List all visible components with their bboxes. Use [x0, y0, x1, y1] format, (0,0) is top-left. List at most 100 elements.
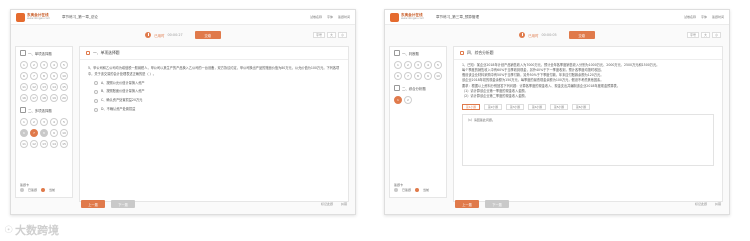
question-number-button[interactable]: 8 — [414, 72, 422, 80]
page-title: 章节练习_第三章_预算管理 — [435, 14, 480, 19]
option-label: D、不确认资产处置损益 — [101, 106, 136, 111]
next-button[interactable]: 下一题 — [111, 200, 135, 208]
report-error-link[interactable]: 纠错 — [341, 202, 347, 206]
question-number-button[interactable]: 9 — [424, 72, 432, 80]
option-label: B、按照账面价值计量换入资产 — [101, 89, 145, 94]
question-number-button[interactable]: 7 — [30, 72, 38, 80]
font-size-label: 字号 — [686, 32, 699, 38]
question-number-button[interactable]: 8 — [40, 129, 48, 137]
font-large-button[interactable]: 大 — [700, 32, 710, 38]
question-number-button[interactable]: 7 — [30, 129, 38, 137]
radio-icon[interactable] — [94, 90, 98, 95]
question-number-button[interactable]: 1 — [20, 61, 28, 69]
prev-button[interactable]: 上一题 — [81, 200, 105, 208]
screenshot-left: 东奥会计在线 www.dongao.com 章节练习_第一章_总论 试卷名称 字… — [10, 9, 356, 215]
radio-icon[interactable] — [94, 98, 98, 103]
question-number-button[interactable]: 20 — [60, 94, 68, 102]
question-number-button[interactable]: 10 — [434, 72, 442, 80]
question-number-button[interactable]: 2 — [30, 61, 38, 69]
question-number-button[interactable]: 2 — [404, 96, 412, 104]
answer-textarea[interactable]: （1）请回答此问题。 — [462, 113, 714, 166]
submit-button[interactable]: 交卷 — [568, 31, 595, 39]
question-number-button[interactable]: 5 — [434, 61, 442, 69]
question-number-button[interactable]: 4 — [50, 118, 58, 126]
question-number-button[interactable]: 1 — [20, 118, 28, 126]
question-number-button[interactable]: 2 — [404, 61, 412, 69]
question-grid: 1 2 3 4 5 6 7 8 9 10 11 12 13 14 15 16 17 18 19 20 — [16, 59, 72, 104]
next-button[interactable]: 下一题 — [485, 200, 509, 208]
mark-question-link[interactable]: 标记此题 — [695, 202, 707, 206]
question-number-button[interactable]: 10 — [60, 129, 68, 137]
top-bar: 东奥会计在线 www.dongao.com 章节练习_第三章_预算管理 试卷名称… — [385, 10, 729, 25]
question-number-button[interactable]: 4 — [50, 61, 58, 69]
report-error-link[interactable]: 纠错 — [715, 202, 721, 206]
font-small-button[interactable]: 小 — [711, 32, 721, 38]
question-number-button[interactable]: 1 — [394, 96, 402, 104]
top-link[interactable]: 试卷名称 — [684, 15, 696, 19]
question-number-button[interactable]: 2 — [30, 118, 38, 126]
question-number-button[interactable]: 9 — [50, 72, 58, 80]
sub-tab[interactable]: 第6小题 — [572, 103, 590, 110]
answer-card: 一、判断题 1 2 3 4 5 6 7 8 9 10 二、综合分析题 12 答题卡 已答题 当前 — [389, 46, 447, 198]
question-number-button[interactable]: 3 — [40, 118, 48, 126]
sub-tab[interactable]: 第4小题 — [528, 103, 546, 110]
question-type: 一、单项选择题 — [93, 50, 120, 55]
font-large-button[interactable]: 大 — [326, 32, 336, 38]
section-title: 一、单项选择题 — [16, 47, 72, 59]
question-number-button[interactable]: 3 — [40, 61, 48, 69]
question-number-button[interactable]: 14 — [50, 83, 58, 91]
question-number-button[interactable]: 7 — [404, 72, 412, 80]
question-number-button[interactable]: 13 — [40, 83, 48, 91]
submit-button[interactable]: 交卷 — [194, 31, 221, 39]
question-number-button[interactable]: 11 — [20, 140, 28, 148]
sub-question-tabs: 第1小题 第2小题 第3小题 第4小题 第5小题 第6小题 — [454, 102, 722, 112]
question-number-button[interactable]: 5 — [60, 61, 68, 69]
sub-tab[interactable]: 第3小题 — [506, 103, 524, 110]
logo-url: www.dongao.com — [27, 16, 50, 20]
question-number-button[interactable]: 8 — [40, 72, 48, 80]
section-title: 二、多项选择题 — [16, 104, 72, 116]
option[interactable]: C、确认资产处置损益20万元 — [94, 98, 340, 104]
question-number-button[interactable]: 14 — [50, 140, 58, 148]
question-number-button[interactable]: 6 — [394, 72, 402, 80]
question-number-button[interactable]: 19 — [50, 94, 58, 102]
prev-button[interactable]: 上一题 — [455, 200, 479, 208]
question-number-button[interactable]: 3 — [414, 61, 422, 69]
top-link[interactable]: 答题时间 — [338, 15, 350, 19]
question-number-button[interactable]: 4 — [424, 61, 432, 69]
question-number-button[interactable]: 18 — [40, 94, 48, 102]
question-panel: 四、综合分析题 1、已知：某企业2018年计划产品销售收入为7000万元，预计全… — [453, 46, 723, 202]
top-link[interactable]: 试卷名称 — [310, 15, 322, 19]
question-number-button[interactable]: 11 — [20, 83, 28, 91]
question-type: 四、综合分析题 — [467, 50, 494, 55]
question-number-button[interactable]: 17 — [30, 94, 38, 102]
legend: 答题卡 已答题 当前 — [394, 183, 429, 193]
font-small-button[interactable]: 小 — [337, 32, 347, 38]
sub-tab[interactable]: 第5小题 — [550, 103, 568, 110]
mark-question-link[interactable]: 标记此题 — [321, 202, 333, 206]
question-number-button[interactable]: 5 — [60, 118, 68, 126]
question-number-button[interactable]: 15 — [60, 83, 68, 91]
radio-icon[interactable] — [94, 81, 98, 86]
question-number-button[interactable]: 1 — [394, 61, 402, 69]
question-number-button[interactable]: 12 — [30, 140, 38, 148]
top-links: 试卷名称 字体 答题时间 — [684, 15, 724, 19]
top-link[interactable]: 答题时间 — [712, 15, 724, 19]
top-link[interactable]: 字体 — [701, 15, 707, 19]
question-number-button[interactable]: 9 — [50, 129, 58, 137]
top-link[interactable]: 字体 — [327, 15, 333, 19]
question-number-button[interactable]: 16 — [20, 94, 28, 102]
sub-tab[interactable]: 第2小题 — [484, 103, 502, 110]
option[interactable]: B、按照账面价值计量换入资产 — [94, 89, 340, 95]
radio-icon[interactable] — [94, 107, 98, 112]
option[interactable]: D、不确认资产处置损益 — [94, 107, 340, 113]
question-number-button[interactable]: 6 — [20, 129, 28, 137]
question-number-button[interactable]: 6 — [20, 72, 28, 80]
current-dot-icon — [41, 188, 46, 193]
option[interactable]: A、按照公允价值计量换入资产 — [94, 81, 340, 87]
question-number-button[interactable]: 12 — [30, 83, 38, 91]
sub-tab[interactable]: 第1小题 — [462, 103, 480, 110]
question-number-button[interactable]: 13 — [40, 140, 48, 148]
question-number-button[interactable]: 15 — [60, 140, 68, 148]
question-number-button[interactable]: 10 — [60, 72, 68, 80]
